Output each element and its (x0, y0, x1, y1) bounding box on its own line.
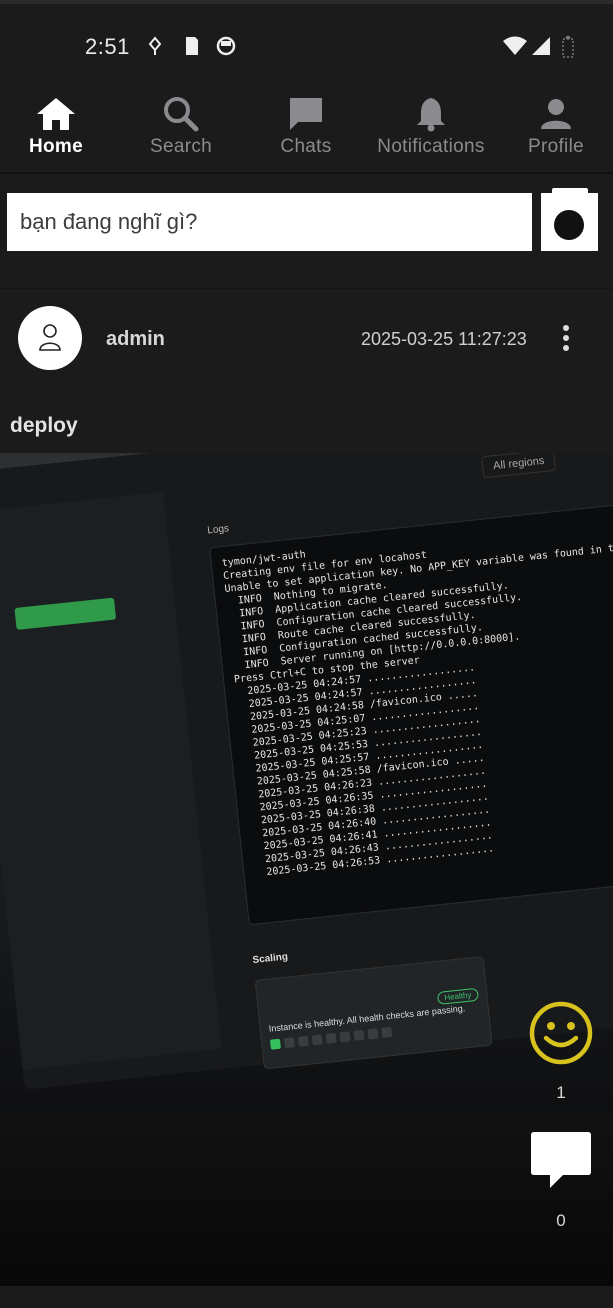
bell-icon (417, 98, 445, 132)
reaction-button[interactable] (528, 1000, 594, 1066)
nav-home[interactable]: Home (0, 88, 116, 172)
post-image[interactable]: All regions Logs tymon/jwt-auth Creating… (0, 453, 613, 1286)
nav-search-label: Search (149, 136, 212, 157)
more-options-icon[interactable] (556, 322, 576, 354)
photo-monitor: All regions Logs tymon/jwt-auth Creating… (0, 453, 613, 1090)
photo-desk (0, 1113, 613, 1286)
search-icon (164, 97, 199, 132)
top-navigation: Home Search Chats Notifications Profile (0, 88, 613, 174)
camera-icon (554, 210, 584, 240)
reaction-count: 1 (556, 1083, 566, 1102)
photo-health-badge: Healthy (436, 987, 479, 1005)
comment-icon (531, 1132, 591, 1188)
status-input[interactable] (7, 193, 532, 251)
post-timestamp: 2025-03-25 11:27:23 (361, 329, 527, 349)
person-icon (541, 99, 571, 129)
battery-icon (562, 36, 574, 63)
post-title: deploy (10, 414, 78, 437)
user-outline-icon (39, 324, 61, 351)
nav-chats-label: Chats (280, 136, 332, 157)
nav-notifications[interactable]: Notifications (371, 88, 491, 172)
smiley-icon (529, 1001, 593, 1065)
status-bar: 2:51 (0, 20, 613, 72)
photo-sidebar (0, 491, 222, 1070)
post-header: admin 2025-03-25 11:27:23 (0, 290, 613, 390)
photo-scaling-label: Scaling (251, 951, 289, 967)
cell-signal-icon (531, 36, 551, 61)
avatar[interactable] (18, 306, 82, 370)
photo-log-output: tymon/jwt-auth Creating env file for env… (209, 501, 613, 926)
sync-icon (216, 36, 236, 61)
post-username[interactable]: admin (106, 328, 165, 351)
post-composer (0, 176, 613, 289)
nav-profile-label: Profile (528, 136, 584, 157)
nav-home-label: Home (29, 136, 83, 157)
wifi-icon (503, 36, 527, 61)
photo-logs-label: Logs (206, 523, 230, 537)
signal-app-icon (147, 36, 163, 61)
camera-button[interactable] (541, 193, 598, 251)
nav-profile[interactable]: Profile (496, 88, 613, 172)
chat-icon (290, 98, 322, 130)
nav-search[interactable]: Search (121, 88, 241, 172)
comment-count: 0 (556, 1211, 566, 1230)
comment-button[interactable] (528, 1126, 594, 1192)
status-time: 2:51 (85, 34, 130, 59)
sd-card-icon (183, 36, 199, 61)
top-edge (0, 0, 613, 4)
home-icon (37, 98, 75, 130)
photo-regions-select: All regions (481, 453, 557, 479)
nav-chats[interactable]: Chats (246, 88, 366, 172)
nav-notifications-label: Notifications (377, 136, 485, 157)
bottom-edge (0, 1286, 613, 1308)
